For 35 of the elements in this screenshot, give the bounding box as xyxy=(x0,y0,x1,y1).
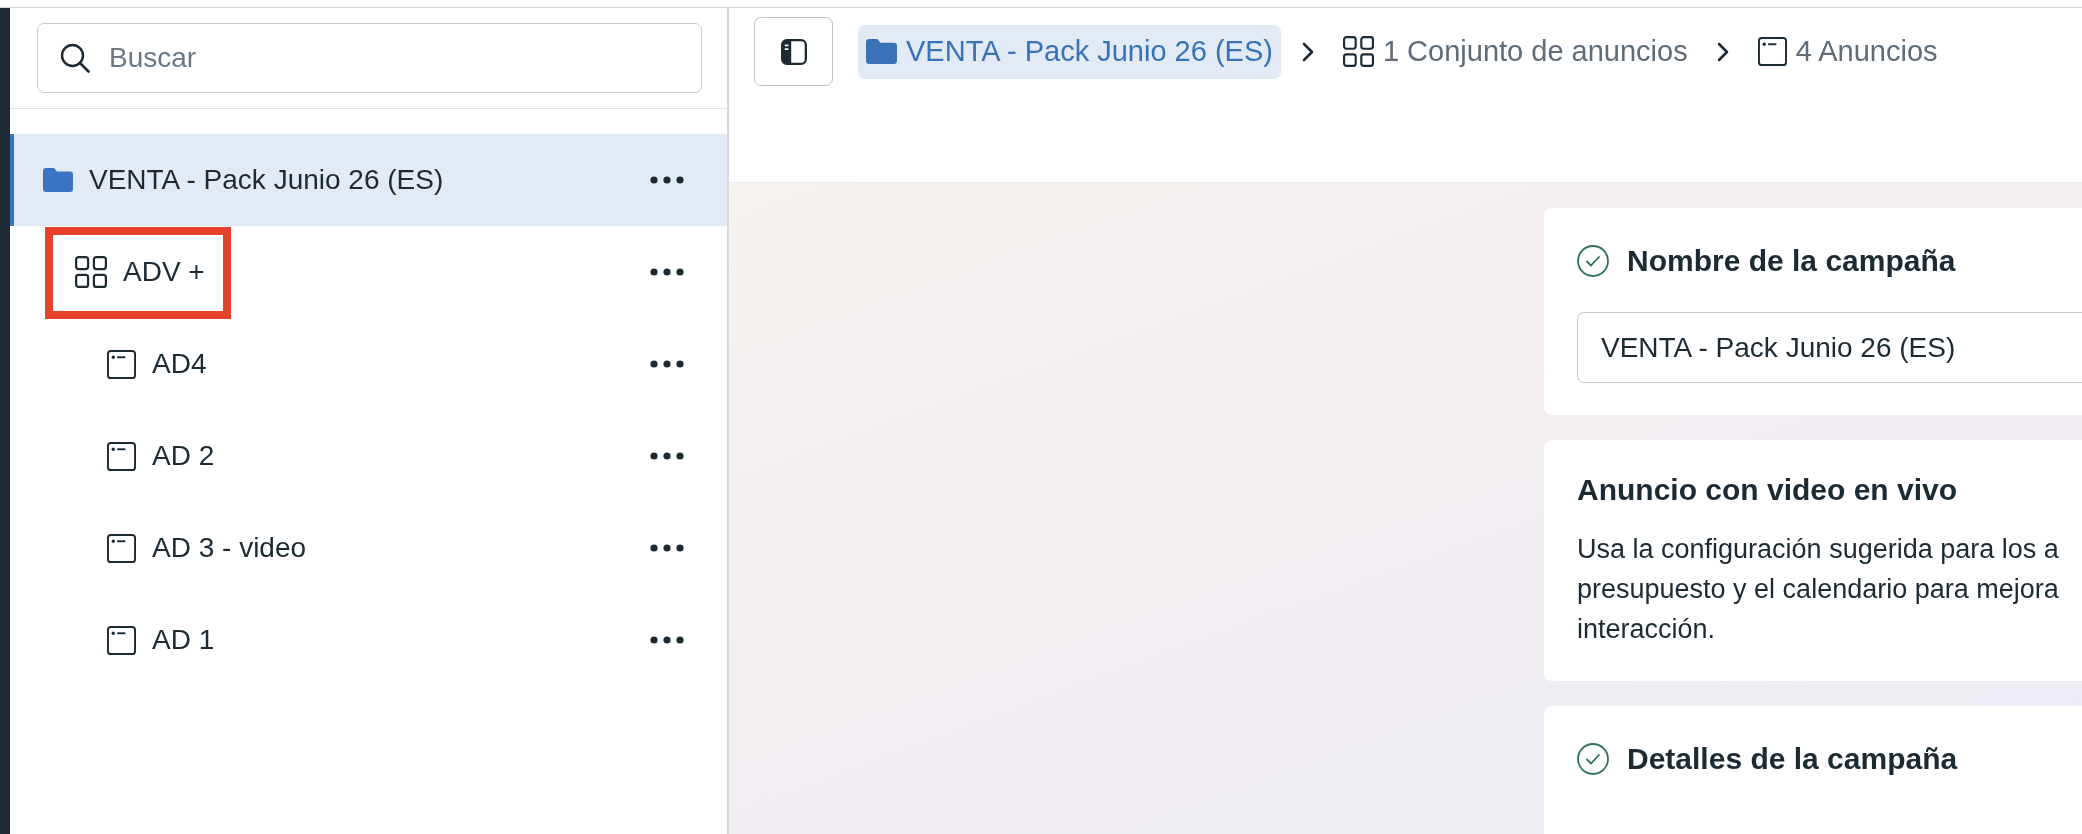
breadcrumb-link[interactable]: 4 Anuncios xyxy=(1749,24,1946,79)
more-icon[interactable] xyxy=(650,176,684,184)
window-icon xyxy=(1757,37,1787,66)
more-icon[interactable] xyxy=(650,636,684,644)
panel-icon xyxy=(780,38,807,65)
breadcrumb-link[interactable]: VENTA - Pack Junio 26 (ES) xyxy=(858,24,1281,79)
breadcrumb-link[interactable]: 1 Conjunto de anuncios xyxy=(1334,24,1696,79)
card-title: Nombre de la campaña xyxy=(1627,243,1956,279)
card-description: Usa la configuración sugerida para los a presupuesto y el calendario para mejora interacción. xyxy=(1577,533,2060,646)
chevron-icon xyxy=(1301,41,1314,62)
tree-item[interactable]: AD 1 xyxy=(10,594,727,686)
text-field[interactable]: VENTA - Pack Junio 26 (ES) xyxy=(1577,312,2082,383)
tree-item[interactable]: ADV + xyxy=(10,226,727,318)
window-icon xyxy=(107,625,136,655)
window-icon xyxy=(107,441,136,471)
tree-item[interactable]: VENTA - Pack Junio 26 (ES) xyxy=(10,134,727,226)
search-field[interactable]: Buscar xyxy=(37,23,702,93)
search-icon xyxy=(60,43,90,73)
tree-item[interactable]: AD4 xyxy=(10,318,727,410)
more-icon[interactable] xyxy=(650,360,684,368)
more-icon[interactable] xyxy=(650,268,684,276)
more-icon[interactable] xyxy=(650,544,684,552)
window-icon xyxy=(107,533,136,563)
card-title: Anuncio con video en vivo xyxy=(1577,472,1958,508)
folder-icon xyxy=(866,39,897,64)
sidebar-toggle-button[interactable] xyxy=(754,17,833,86)
chevron-icon xyxy=(1716,41,1729,62)
grid-icon xyxy=(1342,36,1374,67)
card-title: Detalles de la campaña xyxy=(1627,741,1958,777)
more-icon[interactable] xyxy=(650,452,684,460)
tree-item[interactable]: AD 3 - video xyxy=(10,502,727,594)
grid-icon xyxy=(75,256,107,288)
tree-item[interactable]: AD 2 xyxy=(10,410,727,502)
folder-icon xyxy=(43,168,73,192)
window-icon xyxy=(107,349,136,379)
